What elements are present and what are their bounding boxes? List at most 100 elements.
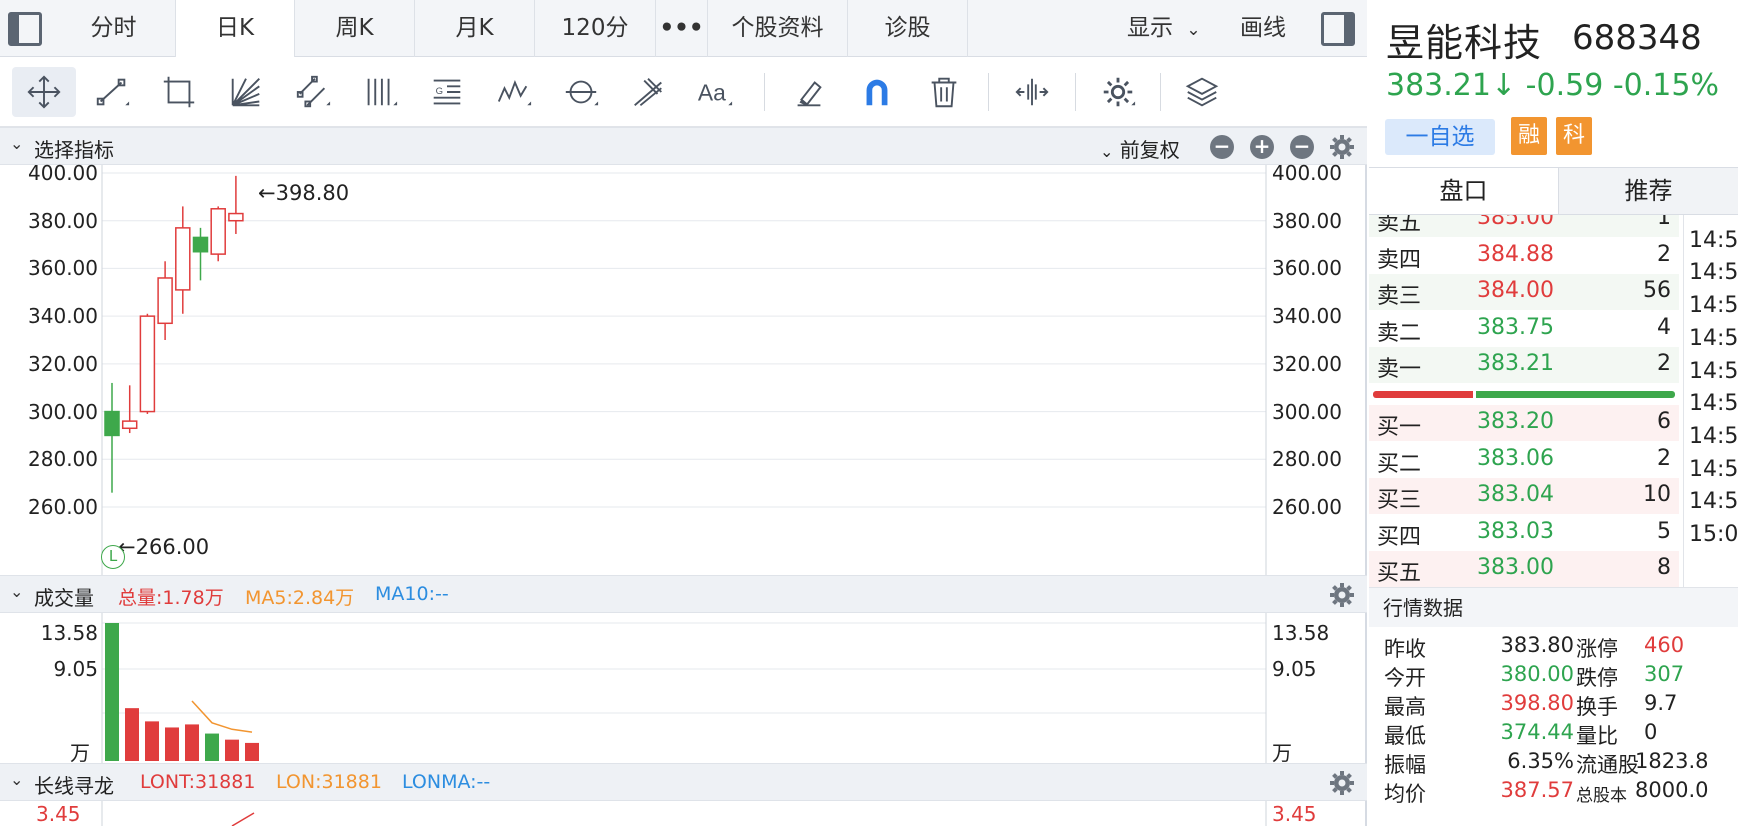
price-tick-right: 340.00	[1272, 304, 1342, 329]
quote-pane: 昱能科技 688348 383.21↓ -0.59 -0.15% 一自选 融 科…	[1369, 0, 1738, 826]
price-tick-left: 340.00	[28, 304, 98, 329]
chevron-down-icon[interactable]: ⌄	[10, 134, 23, 153]
ask-row[interactable]: 卖一 383.21 2	[1369, 347, 1679, 383]
bid-row[interactable]: 买三 383.04 10	[1369, 478, 1679, 514]
cycle-tool-icon[interactable]	[549, 67, 613, 117]
level-volume: 56	[1643, 278, 1671, 303]
ask-row[interactable]: 卖三 384.00 56	[1369, 274, 1679, 310]
tab-monthly-k[interactable]: 月K	[415, 0, 535, 57]
price-tick-right: 320.00	[1272, 351, 1342, 376]
volume-bar	[205, 733, 219, 761]
bid-row[interactable]: 买二 383.06 2	[1369, 441, 1679, 478]
adjust-dropdown[interactable]: ⌄ 前复权	[1100, 134, 1180, 163]
right-panel-toggle-icon[interactable]	[1321, 12, 1355, 46]
level-volume: 2	[1657, 241, 1671, 267]
tab-120min[interactable]: 120分	[535, 0, 656, 57]
toolbar-divider	[1160, 73, 1161, 111]
market-label: 涨停	[1576, 637, 1618, 661]
draw-lines-button[interactable]: 画线	[1240, 0, 1286, 57]
ask-row[interactable]: 卖二 383.75 4	[1369, 310, 1679, 347]
volume-label[interactable]: 成交量	[34, 582, 94, 611]
display-label: 显示	[1127, 15, 1173, 41]
trade-time: 14:5	[1689, 325, 1738, 351]
tab-diagnose[interactable]: 诊股	[848, 0, 968, 57]
left-panel-toggle-icon[interactable]	[8, 12, 42, 46]
trash-icon[interactable]	[912, 67, 976, 117]
market-data-title: 行情数据	[1369, 587, 1738, 627]
text-tool-icon[interactable]: Aa	[683, 67, 747, 117]
magnet-icon[interactable]	[845, 67, 909, 117]
tab-timeshare[interactable]: 分时	[52, 0, 176, 57]
tab-weekly-k[interactable]: 周K	[295, 0, 415, 57]
tab-stock-profile[interactable]: 个股资料	[708, 0, 848, 57]
fibonacci-tool-icon[interactable]: G	[415, 67, 479, 117]
bid-row[interactable]: 买一 383.20 6	[1369, 405, 1679, 441]
select-indicator-button[interactable]: 选择指标	[34, 134, 114, 163]
parallel-lines-tool-icon[interactable]	[281, 67, 345, 117]
eraser-icon[interactable]	[777, 67, 841, 117]
move-tool-icon[interactable]	[12, 67, 76, 117]
low-marker: L	[101, 545, 125, 569]
level-price: 383.21	[1477, 351, 1554, 376]
add-watchlist-button[interactable]: 一自选	[1385, 119, 1495, 155]
display-dropdown[interactable]: 显示 ⌄	[1127, 0, 1201, 57]
vertical-lines-tool-icon[interactable]	[348, 67, 412, 117]
svg-text:Aa: Aa	[698, 80, 726, 106]
chart-pane: 分时 日K 周K 月K 120分 ••• 个股资料 诊股 显示 ⌄ 画线 G A…	[0, 0, 1367, 826]
low-price-annotation: ←266.00	[118, 535, 210, 559]
market-value: 380.00	[1500, 662, 1574, 686]
rectangle-tool-icon[interactable]	[147, 67, 211, 117]
gear-icon[interactable]	[1329, 770, 1355, 796]
shrink-icon[interactable]: −	[1290, 135, 1314, 159]
ask-row[interactable]: 卖五 385.00 1	[1369, 215, 1679, 237]
horizontal-scale-icon[interactable]	[1000, 67, 1064, 117]
low-price-label: 266.00	[135, 535, 210, 559]
chevron-down-icon: ⌄	[1186, 20, 1201, 40]
level-label: 卖五	[1377, 215, 1422, 236]
volume-tick-right: 9.05	[1272, 657, 1317, 682]
market-label: 均价	[1384, 782, 1426, 806]
volume-chart[interactable]: 13.58 9.05 13.58 9.05 万 万	[0, 613, 1367, 765]
candle-body	[175, 227, 191, 291]
settings-gear-icon[interactable]	[1086, 67, 1150, 117]
line-segment-tool-icon[interactable]	[80, 67, 144, 117]
market-value: 383.80	[1500, 633, 1574, 657]
bid-row[interactable]: 买四 383.03 5	[1369, 514, 1679, 551]
level-label: 卖一	[1377, 357, 1422, 382]
tab-daily-k[interactable]: 日K	[176, 0, 295, 57]
ask-row[interactable]: 卖四 384.88 2	[1369, 237, 1679, 274]
tab-order-book[interactable]: 盘口	[1369, 168, 1559, 214]
tab-recommend[interactable]: 推荐	[1559, 168, 1738, 214]
volume-bar	[105, 623, 119, 761]
sell-ratio-fill	[1373, 391, 1473, 398]
right-tabs: 盘口 推荐	[1369, 167, 1738, 215]
gann-fan-tool-icon[interactable]	[616, 67, 680, 117]
stock-code: 688348	[1572, 18, 1702, 58]
volume-tick-right: 13.58	[1272, 621, 1330, 645]
market-value: 1823.8	[1635, 749, 1709, 773]
lon-label[interactable]: 长线寻龙	[34, 770, 114, 799]
margin-badge: 融	[1511, 117, 1547, 155]
kline-chart[interactable]: 400.00 380.00 360.00 340.00 320.00 300.00 280.…	[0, 161, 1367, 575]
price-tick-left: 320.00	[28, 351, 98, 376]
lon-chart[interactable]: 3.45 3.45	[0, 801, 1367, 826]
fan-lines-tool-icon[interactable]	[214, 67, 278, 117]
zoom-out-icon[interactable]: −	[1210, 135, 1234, 159]
toolbar-divider	[988, 73, 989, 111]
trade-time: 14:5	[1689, 358, 1738, 384]
gear-icon[interactable]	[1329, 134, 1355, 160]
level-price: 383.06	[1477, 445, 1554, 471]
zoom-in-icon[interactable]: +	[1250, 135, 1274, 159]
trade-times: 14:5 14:5 14:5 14:5 14:5 14:5 14:5 14:5 14:5 14:5…	[1683, 215, 1738, 587]
chevron-down-icon[interactable]: ⌄	[10, 770, 23, 789]
chevron-down-icon[interactable]: ⌄	[10, 582, 23, 601]
lon-axis-left: 3.45	[36, 802, 81, 826]
gear-icon[interactable]	[1329, 582, 1355, 608]
market-row: 今开 380.00 跌停 307	[1369, 662, 1738, 694]
wave-tool-icon[interactable]	[482, 67, 546, 117]
market-row: 振幅 6.35% 流通股 1823.8	[1369, 749, 1738, 781]
buy-sell-ratio-bar	[1373, 391, 1675, 398]
layers-icon[interactable]	[1170, 67, 1234, 117]
bid-row[interactable]: 买五 383.00 8	[1369, 551, 1679, 587]
more-periods-button[interactable]: •••	[656, 0, 708, 57]
